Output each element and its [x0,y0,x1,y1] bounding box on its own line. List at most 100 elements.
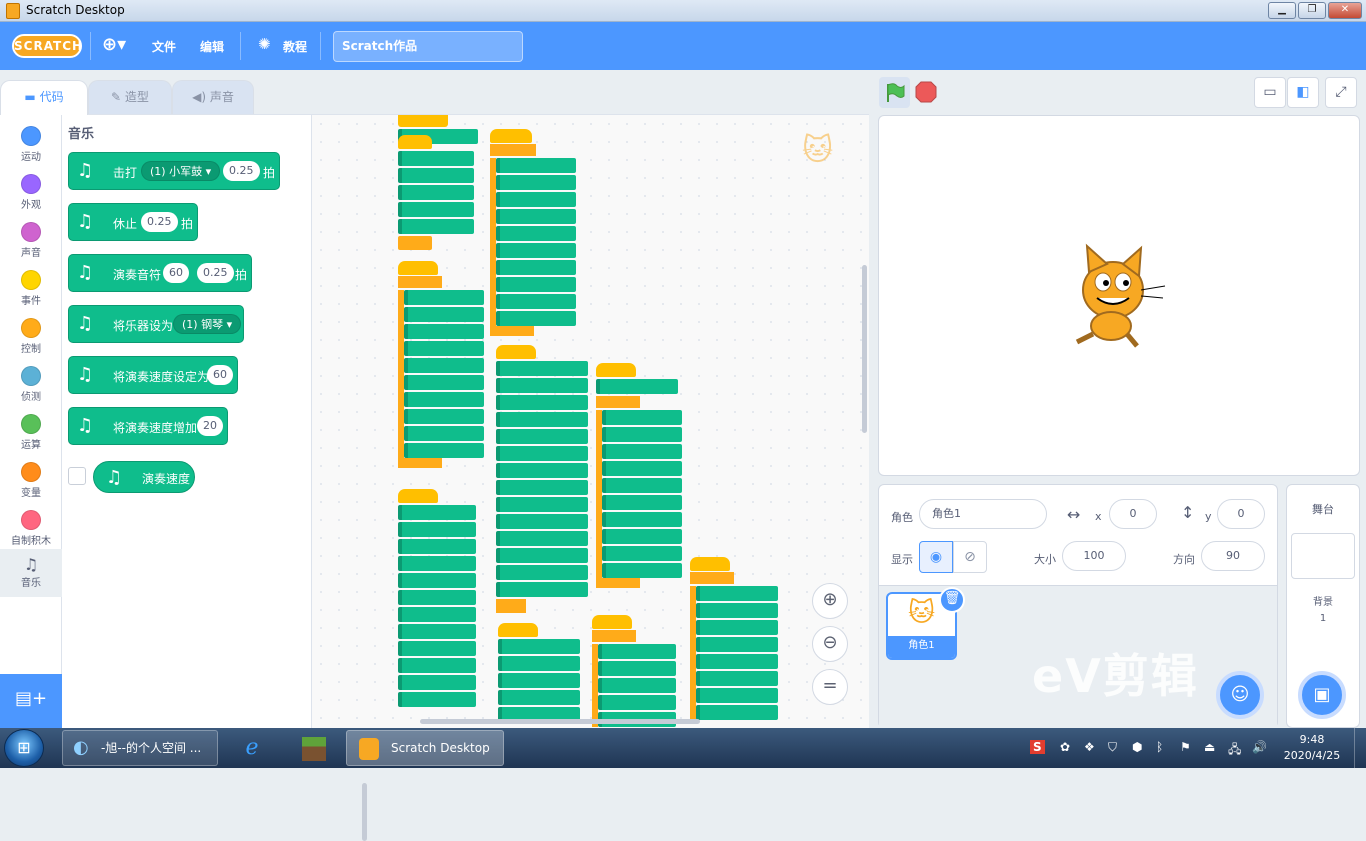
block-tempo-reporter[interactable]: ♫ 演奏速度 [93,461,195,493]
tab-costumes[interactable]: ✎ 造型 [88,80,172,114]
system-clock[interactable]: 9:48 2020/4/25 [1276,732,1348,764]
large-stage-button[interactable]: ◧ [1287,77,1319,108]
taskbar-scratch-item[interactable]: Scratch Desktop [346,730,504,766]
category-motion[interactable]: 运动 [0,119,62,167]
add-extension-button[interactable]: ▤+ [0,674,62,728]
taskbar-ie-item[interactable]: ℯ [224,730,280,766]
block-play-drum[interactable]: ♫ 击打 (1) 小军鼓 ▾ 0.25 拍 [68,152,280,190]
lightbulb-icon[interactable]: ✺ [258,35,271,53]
tempo-monitor-checkbox[interactable] [68,467,86,485]
close-button[interactable]: ✕ [1328,2,1362,19]
ev-watermark: eV剪辑 [1032,649,1199,703]
script-stack[interactable] [592,615,676,727]
instrument-dropdown[interactable]: (1) 钢琴 ▾ [173,314,242,334]
direction-input[interactable]: 90 [1201,541,1265,571]
maximize-button[interactable]: ❐ [1298,2,1326,19]
taskbar-browser-item[interactable]: ◐ -旭--的个人空间 ... [62,730,218,766]
category-sensing[interactable]: 侦测 [0,359,62,407]
category-my-blocks[interactable]: 自制积木 [0,503,62,551]
block-rest[interactable]: ♫ 休止 0.25 拍 [68,203,198,241]
workspace-horizontal-scrollbar[interactable] [420,719,700,724]
file-menu[interactable]: 文件 [152,38,176,55]
palette-title: 音乐 [68,127,95,142]
cat-sprite[interactable] [1067,242,1171,350]
tray-icon-1[interactable]: ✿ [1060,740,1070,754]
drum-beats-input[interactable]: 0.25 [223,161,260,181]
category-sound[interactable]: 声音 [0,215,62,263]
scratch-logo[interactable]: SCRATCH [12,34,82,58]
category-music[interactable]: ♫ 音乐 [0,549,62,597]
start-button[interactable]: ⊞ [4,729,44,767]
green-flag-button[interactable] [879,77,910,108]
minimize-button[interactable]: ▁ [1268,2,1296,19]
project-title-input[interactable]: Scratch作品 [333,31,523,62]
fullscreen-button[interactable]: ⤢ [1325,77,1357,108]
add-backdrop-button[interactable]: ▣ [1298,671,1346,719]
stage-canvas[interactable] [878,115,1360,476]
network-icon[interactable]: 🖧 [1228,740,1241,761]
size-input[interactable]: 100 [1062,541,1126,571]
volume-icon[interactable]: 🔊 [1252,740,1267,754]
globe-icon[interactable]: ⊕▾ [102,34,126,55]
tray-shield-icon[interactable]: ⛉ [1108,740,1117,755]
sprite-name-input[interactable]: 角色1 [919,499,1047,529]
tray-icon-2[interactable]: ❖ [1084,740,1095,754]
tutorials-menu[interactable]: 教程 [283,38,307,55]
category-events[interactable]: 事件 [0,263,62,311]
sogou-icon[interactable]: S [1030,740,1045,754]
script-workspace[interactable]: 🐱 ⊕ ⊖ = [312,114,869,728]
taskbar-minecraft-item[interactable] [290,730,338,766]
palette-scrollbar[interactable] [362,783,367,841]
category-variables[interactable]: 变量 [0,455,62,503]
show-desktop-button[interactable] [1354,728,1366,768]
script-stack[interactable] [490,129,576,336]
y-input[interactable]: 0 [1217,499,1265,529]
script-stack[interactable] [690,557,778,720]
edit-menu[interactable]: 编辑 [200,38,224,55]
x-input[interactable]: 0 [1109,499,1157,529]
set-tempo-input[interactable]: 60 [207,365,233,385]
eye-icon: ◉ [929,549,943,565]
delete-sprite-button[interactable]: 🗑 [939,587,965,613]
block-set-instrument[interactable]: ♫ 将乐器设为 (1) 钢琴 ▾ [68,305,244,343]
script-stack[interactable] [398,261,484,468]
category-operators[interactable]: 运算 [0,407,62,455]
note-input[interactable]: 60 [163,263,189,283]
category-control[interactable]: 控制 [0,311,62,359]
script-stack[interactable] [398,135,474,250]
tab-sounds[interactable]: ◀) 声音 [172,80,254,114]
change-tempo-input[interactable]: 20 [197,416,223,436]
script-stack[interactable] [596,363,682,588]
vertical-arrows-icon: ↕ [1181,503,1195,522]
block-change-tempo[interactable]: ♫ 将演奏速度增加 20 [68,407,228,445]
show-sprite-button[interactable]: ◉ [919,541,953,573]
usb-icon[interactable]: ⏏ [1204,740,1215,754]
rest-beats-input[interactable]: 0.25 [141,212,178,232]
tab-code[interactable]: ▬ 代码 [0,80,88,115]
zoom-out-button[interactable]: ⊖ [812,626,848,662]
drum-dropdown[interactable]: (1) 小军鼓 ▾ [141,161,221,181]
tray-icon-3[interactable]: ⬢ [1132,740,1142,754]
block-palette: 音乐 ♫ 击打 (1) 小军鼓 ▾ 0.25 拍 ♫ 休止 0.25 拍 ♫ 演… [62,114,367,841]
stage-thumbnail[interactable] [1291,533,1355,579]
script-stack[interactable] [496,345,588,613]
clock-time: 9:48 [1299,733,1325,746]
zoom-in-button[interactable]: ⊕ [812,583,848,619]
category-looks[interactable]: 外观 [0,167,62,215]
zoom-reset-button[interactable]: = [812,669,848,705]
flag-icon[interactable]: ⚑ [1180,740,1191,754]
script-stack[interactable] [398,489,476,707]
code-icon: ▬ [24,90,40,104]
brush-icon: ✎ [111,90,125,104]
script-stack[interactable] [498,623,580,722]
block-set-tempo[interactable]: ♫ 将演奏速度设定为 60 [68,356,238,394]
hide-sprite-button[interactable]: ⊘ [953,541,987,573]
workspace-vertical-scrollbar[interactable] [862,265,867,433]
note-beats-input[interactable]: 0.25 [197,263,234,283]
add-sprite-button[interactable]: ☺ [1216,671,1264,719]
block-play-note[interactable]: ♫ 演奏音符 60 0.25 拍 [68,254,252,292]
stop-button[interactable] [914,80,938,104]
small-stage-button[interactable]: ▭ [1254,77,1286,108]
add-extension-icon: ▤+ [14,688,48,709]
bluetooth-icon[interactable]: ᛒ [1156,740,1163,754]
